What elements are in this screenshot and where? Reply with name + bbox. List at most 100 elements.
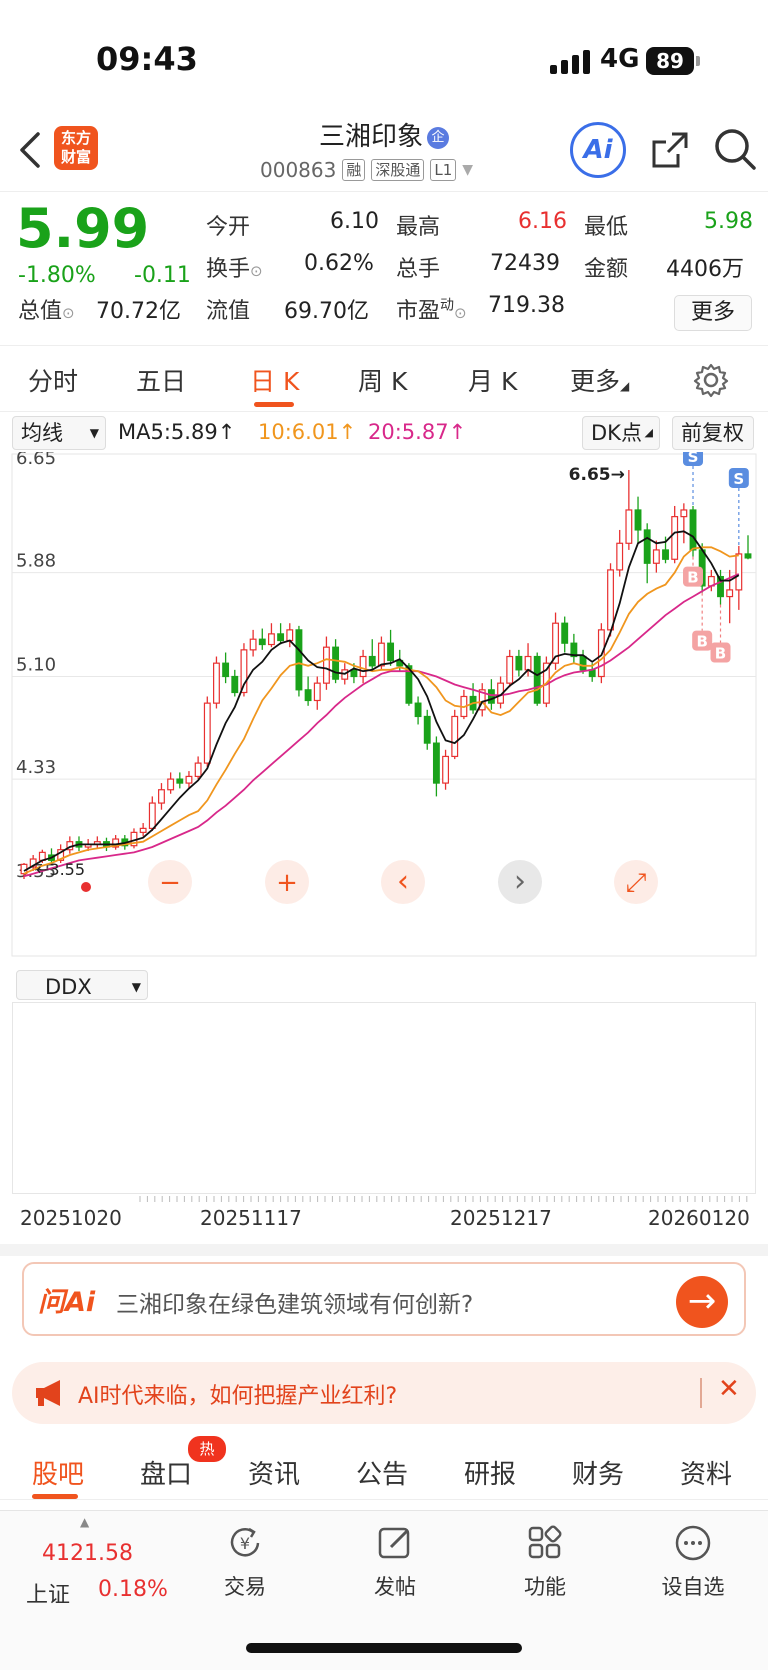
low-label: 最低 (584, 215, 629, 240)
tab-forum[interactable]: 股吧 (32, 1454, 84, 1491)
ai-button[interactable]: Ai (570, 122, 626, 178)
candle-body (268, 633, 275, 646)
gear-icon[interactable] (693, 362, 729, 398)
quote-panel: 5.99 -1.80% -0.11 今开 6.10 最高 6.16 最低 5.9… (0, 193, 768, 346)
candle-body (616, 542, 624, 571)
active-tab-indicator (32, 1494, 78, 1499)
arrow-right-icon[interactable]: → (676, 1276, 728, 1328)
amount-value: 4406万 (666, 257, 744, 282)
more-dots-icon (675, 1525, 711, 1561)
home-indicator (246, 1643, 522, 1653)
candle-body (726, 589, 734, 598)
battery-icon: 89 (646, 47, 700, 75)
candle-body (735, 553, 743, 591)
nav-compose-label: 发帖 (374, 1575, 416, 1599)
tab-announcements[interactable]: 公告 (356, 1454, 408, 1491)
k-line-chart[interactable]: 6.655.885.104.333.556.65→←3.55SBBBS− + ‹ › ⤢ (0, 452, 768, 964)
candle-body (368, 655, 376, 667)
max-price-marker: 6.65→ (569, 465, 625, 485)
indicator-select[interactable]: 均线 ▼ (12, 416, 106, 450)
candle-body (506, 655, 514, 684)
candle-body (359, 655, 367, 678)
zoom-out-icon: − (159, 868, 181, 898)
tab-intraday[interactable]: 分时 (28, 362, 78, 398)
chevron-down-icon[interactable]: ▼ (462, 162, 473, 178)
ddx-select[interactable]: DDX ▼ (16, 970, 148, 1000)
active-tab-indicator (254, 402, 294, 407)
nav-add-watchlist[interactable]: 设自选 (648, 1523, 738, 1601)
candle-body (332, 646, 340, 680)
candle-body (277, 633, 285, 642)
ma5-value: MA5:5.89↑ (118, 420, 236, 444)
more-quote-button[interactable]: 更多 (674, 295, 752, 331)
tab-weekly-k[interactable]: 周 K (358, 362, 407, 398)
candle-body (625, 509, 633, 544)
banner-separator (700, 1378, 702, 1408)
candle-body (231, 675, 239, 694)
tab-monthly-k[interactable]: 月 K (468, 362, 517, 398)
index-value: 4121.58 (42, 1541, 133, 1566)
last-price: 5.99 (16, 197, 150, 260)
adjust-button[interactable]: 前复权 (672, 416, 754, 450)
candle-body (350, 669, 358, 678)
candle-body (185, 775, 193, 784)
ask-ai-question[interactable]: 三湘印象在绿色建筑领域有何创新? (116, 1285, 473, 1319)
candle-body (423, 715, 431, 744)
candle-body (680, 509, 688, 518)
promo-banner[interactable]: AI时代来临，如何把握产业红利? ✕ (12, 1362, 756, 1424)
zoom-in-icon: + (276, 868, 298, 898)
price-change: -0.11 (134, 263, 191, 288)
candle-body (652, 549, 660, 564)
ma-bar: 均线 ▼ MA5:5.89↑ 10:6.01↑ 20:5.87↑ DK点 ◢ 前复权 (0, 414, 768, 452)
ddx-panel (12, 1002, 756, 1194)
tab-news[interactable]: 资讯 (248, 1454, 300, 1491)
candle-body (286, 629, 294, 642)
high-label: 最高 (396, 215, 441, 240)
volume-value: 72439 (490, 251, 560, 276)
buy-signal-label: B (696, 633, 707, 651)
tag-connect: 深股通 (371, 159, 425, 181)
candle-body (139, 827, 147, 833)
total-cap-value: 70.72亿 (96, 299, 181, 324)
ask-ai-box[interactable]: 问Ai 三湘印象在绿色建筑领域有何创新? → (22, 1262, 746, 1336)
tab-more[interactable]: 更多◢ (570, 362, 629, 398)
pe-value: 719.38 (488, 293, 565, 318)
share-icon[interactable] (648, 128, 692, 172)
enterprise-badge: 企 (427, 127, 449, 149)
candle-body (304, 689, 312, 702)
dk-select[interactable]: DK点 ◢ (582, 416, 660, 450)
y-tick-label: 5.88 (16, 551, 56, 572)
candle-body (643, 529, 651, 564)
nav-trade-label: 交易 (224, 1575, 266, 1599)
ma10-value: 10:6.01↑ (258, 420, 357, 444)
turnover-value: 0.62% (304, 251, 374, 276)
candle-body (432, 742, 440, 784)
stock-name: 三湘印象 (318, 122, 423, 152)
svg-text:¥: ¥ (240, 1534, 250, 1553)
candle-body (451, 715, 459, 758)
tag-level: L1 (430, 159, 457, 181)
tab-daily-k[interactable]: 日 K (250, 362, 299, 398)
price-change-pct: -1.80% (18, 263, 96, 288)
nav-apps[interactable]: 功能 (500, 1523, 590, 1601)
candle-body (579, 655, 587, 671)
candle-body (295, 629, 303, 691)
tag-margin: 融 (342, 159, 366, 181)
banner-text[interactable]: AI时代来临，如何把握产业红利? (78, 1378, 397, 1410)
total-cap-label: 总值⊙ (18, 299, 75, 324)
tab-five-day[interactable]: 五日 (136, 362, 186, 398)
tab-research[interactable]: 研报 (464, 1454, 516, 1491)
clock: 09:43 (96, 40, 198, 78)
tab-order-book[interactable]: 盘口 (140, 1454, 192, 1491)
amount-label: 金额 (584, 257, 629, 282)
pe-label: 市盈动⊙ (396, 297, 467, 324)
search-icon[interactable] (712, 126, 758, 172)
tab-profile[interactable]: 资料 (680, 1454, 732, 1491)
close-icon[interactable]: ✕ (718, 1374, 740, 1404)
tab-finance[interactable]: 财务 (572, 1454, 624, 1491)
divider (0, 1244, 768, 1256)
nav-trade[interactable]: ¥ 交易 (200, 1523, 290, 1601)
fullscreen-icon: ⤢ (626, 868, 647, 898)
nav-compose[interactable]: 发帖 (350, 1523, 440, 1601)
candle-body (258, 638, 266, 646)
